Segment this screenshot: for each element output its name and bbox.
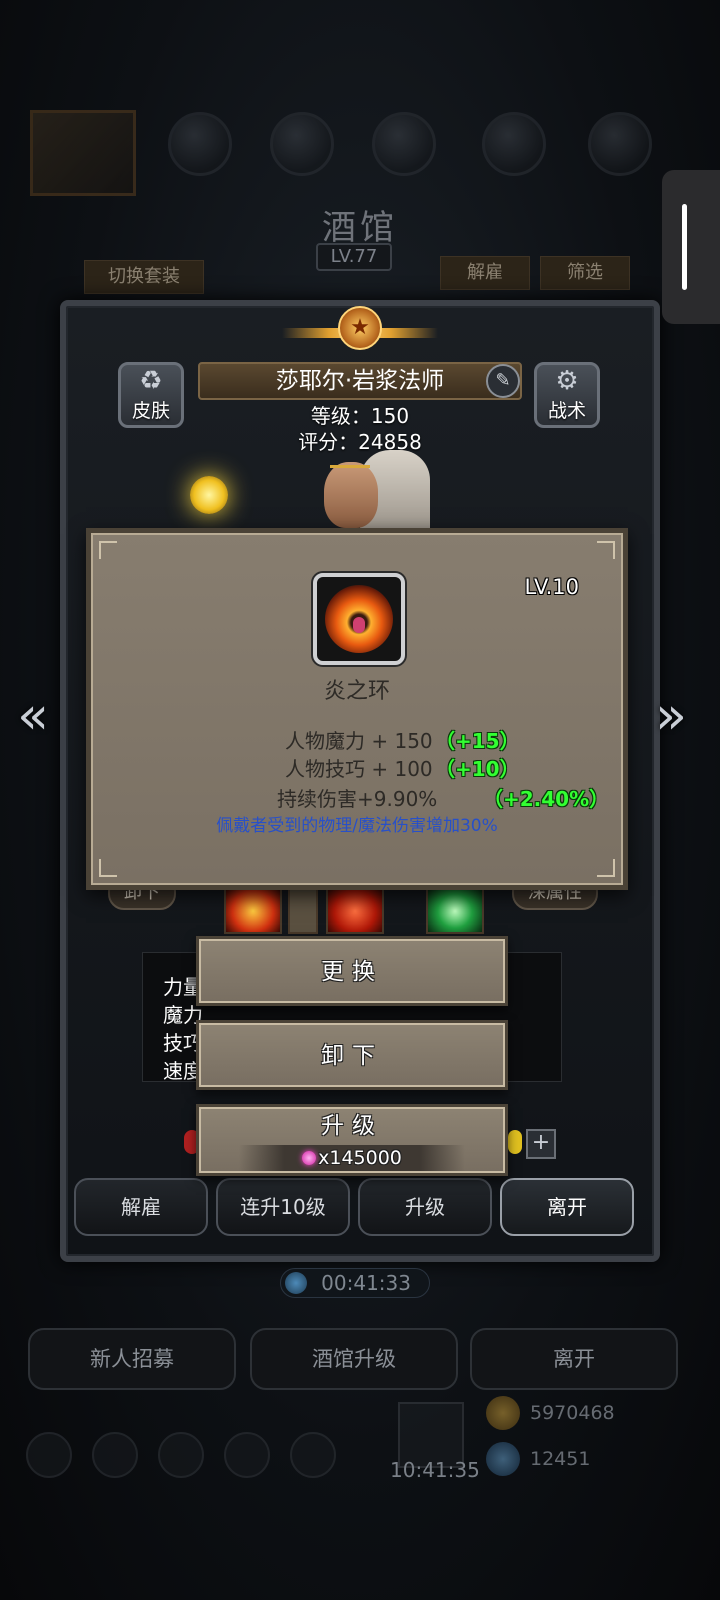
item-level: LV.10 [524, 575, 579, 599]
ring-icon [313, 573, 405, 665]
skill-slot[interactable] [426, 888, 484, 934]
edit-icon[interactable]: ✎ [486, 364, 520, 398]
upgrade-cost: x145000 [239, 1145, 465, 1171]
gold-display: 5970468 [486, 1396, 615, 1430]
clock-icon [285, 1272, 307, 1294]
tavern-title: 酒馆 [322, 208, 398, 248]
orb-icon [588, 112, 652, 176]
item-stat: 人物魔力 + 150 [285, 729, 433, 753]
switch-outfit-button[interactable]: 切换套装 [84, 260, 204, 294]
dock-icon[interactable] [92, 1432, 138, 1478]
top-skill-bar [20, 104, 700, 184]
gem-display: 12451 [486, 1442, 590, 1476]
upgrade-item-button[interactable]: 升级 x145000 [196, 1104, 508, 1176]
replace-label: 更换 [321, 959, 383, 985]
system-clock: 10:41:35 [390, 1458, 480, 1482]
orb-icon [482, 112, 546, 176]
skill-slot[interactable] [288, 888, 318, 934]
system-side-handle[interactable] [662, 170, 720, 324]
item-detail-card: LV.10 炎之环 人物魔力 + 150 （+15） 人物技巧 + 100 （+… [86, 528, 628, 890]
orb-icon [168, 112, 232, 176]
star-icon: ★ [338, 306, 382, 350]
item-stat-bonus: （+15） [435, 729, 520, 753]
level-up-10-button[interactable]: 连升10级 [216, 1178, 350, 1236]
tab-dismiss[interactable]: 解雇 [440, 256, 530, 290]
gem-icon [486, 1442, 520, 1476]
item-name: 炎之环 [323, 679, 390, 704]
leave-tavern-button[interactable]: 离开 [470, 1328, 678, 1390]
skill-slot[interactable] [326, 888, 384, 934]
item-stat-bonus: （+10） [435, 757, 520, 781]
skill-slot[interactable] [224, 888, 282, 934]
dismiss-hero-button[interactable]: 解雇 [74, 1178, 208, 1236]
orb-icon [270, 112, 334, 176]
tavern-level: LV.77 [316, 243, 392, 271]
tavern-timer: 00:41:33 [280, 1268, 430, 1298]
tavern-upgrade-button[interactable]: 酒馆升级 [250, 1328, 458, 1390]
dock-icon[interactable] [224, 1432, 270, 1478]
gold-coin-icon [486, 1396, 520, 1430]
hero-level: 等级：150 [310, 404, 410, 428]
item-stat: 持续伤害+9.90% [277, 787, 438, 811]
tab-filter[interactable]: 筛选 [540, 256, 630, 290]
upgrade-label: 升级 [321, 1113, 383, 1139]
item-stat: 人物技巧 + 100 [285, 757, 433, 781]
recruit-button[interactable]: 新人招募 [28, 1328, 236, 1390]
orb-icon [372, 112, 436, 176]
exp-orb-icon [508, 1130, 522, 1154]
dock-icon[interactable] [26, 1432, 72, 1478]
unequip-button[interactable]: 卸下 [196, 1020, 508, 1090]
shirt-icon: ♻ [139, 365, 163, 396]
level-up-button[interactable]: 升级 [358, 1178, 492, 1236]
soul-orb-icon [190, 476, 228, 514]
next-hero-arrow[interactable]: » [648, 690, 694, 746]
dock-icon[interactable] [158, 1432, 204, 1478]
leave-panel-button[interactable]: 离开 [500, 1178, 634, 1236]
hero-name: 莎耶尔·岩浆法师 [198, 362, 522, 400]
prev-hero-arrow[interactable]: « [10, 690, 56, 746]
item-special-effect: 佩戴者受到的物理/魔法伤害增加30% [216, 816, 498, 836]
item-stat-bonus: （+2.40%） [483, 787, 610, 811]
hero-crest: ★ [282, 306, 438, 362]
soul-crystal-icon [302, 1151, 317, 1165]
dock-icon[interactable] [290, 1432, 336, 1478]
replace-button[interactable]: 更换 [196, 936, 508, 1006]
add-button[interactable]: + [526, 1129, 556, 1159]
unequip-label: 卸下 [321, 1043, 383, 1069]
gear-icon: ⚙ [555, 365, 579, 396]
hero-portrait [300, 450, 430, 530]
